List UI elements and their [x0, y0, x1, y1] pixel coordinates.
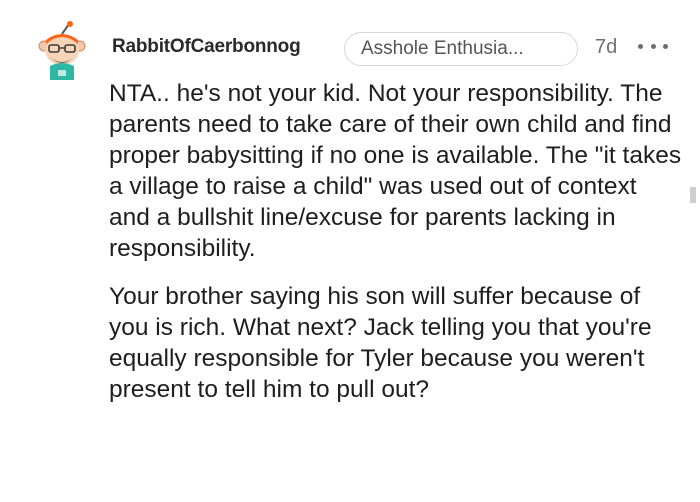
dot — [650, 43, 656, 49]
username-link[interactable]: RabbitOfCaerbonnog — [112, 36, 301, 58]
comment-paragraph: NTA.. he's not your kid. Not your respon… — [109, 80, 682, 262]
reddit-avatar-icon — [38, 21, 86, 80]
comment-age: 7d — [595, 36, 618, 58]
user-avatar[interactable] — [32, 20, 92, 82]
comment-paragraph: Your brother saying his son will suffer … — [109, 283, 652, 403]
scrollbar-thumb[interactable] — [690, 187, 696, 203]
dot — [663, 43, 668, 49]
user-flair-badge: Asshole Enthusia... — [344, 32, 578, 66]
comment-body: NTA.. he's not your kid. Not your respon… — [109, 78, 684, 405]
comment-header: RabbitOfCaerbonnog Asshole Enthusia... 7… — [112, 30, 672, 70]
dot — [638, 43, 643, 49]
comment: RabbitOfCaerbonnog Asshole Enthusia... 7… — [0, 0, 700, 502]
more-options-icon[interactable] — [638, 34, 668, 58]
